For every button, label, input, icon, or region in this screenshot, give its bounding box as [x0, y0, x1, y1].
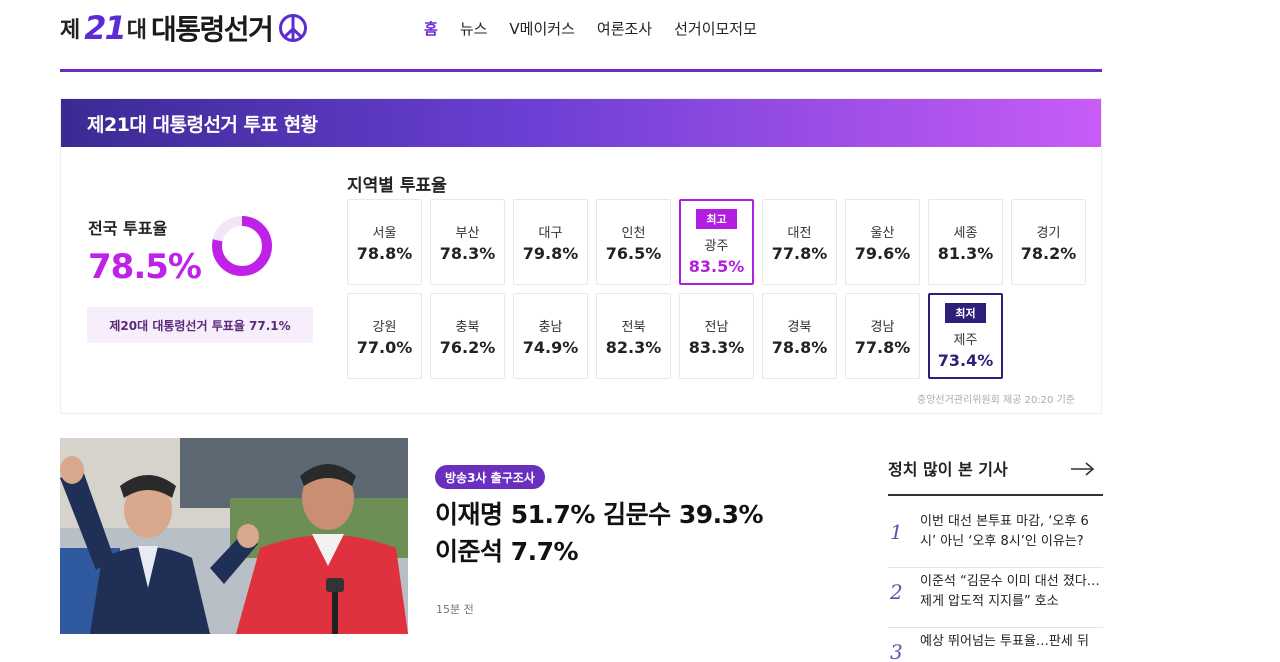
- nav-misc[interactable]: 선거이모저모: [674, 18, 757, 39]
- news-photo[interactable]: [60, 438, 408, 634]
- region-name: 서울: [372, 225, 397, 241]
- region-name: 인천: [621, 225, 646, 241]
- region-name: 세종: [953, 225, 978, 241]
- region-name: 경기: [1036, 225, 1061, 241]
- news-headline-line-2: 이준석 7.7%: [435, 537, 579, 566]
- logo-prefix: 제: [60, 18, 81, 43]
- nav-home[interactable]: 홈: [424, 18, 438, 39]
- region-name: 전북: [621, 319, 646, 335]
- previous-election-turnout: 제20대 대통령선거 투표율 77.1%: [87, 307, 313, 343]
- region-name: 대전: [787, 225, 812, 241]
- region-name: 전남: [704, 319, 729, 335]
- popular-articles: 정치 많이 본 기사 1 이번 대선 본투표 마감, ‘오후 6시’ 아닌 ‘오…: [888, 456, 1103, 662]
- region-cell[interactable]: 경기 78.2%: [1011, 199, 1086, 285]
- popular-article-rank: 1: [890, 520, 903, 544]
- region-name: 부산: [455, 225, 480, 241]
- peace-icon: [279, 14, 308, 42]
- news-photo-image: [60, 438, 408, 634]
- region-turnout-value: 79.6%: [854, 243, 911, 263]
- region-name: 충남: [538, 319, 563, 335]
- region-name: 울산: [870, 225, 895, 241]
- region-name: 제주: [953, 332, 978, 348]
- news-headline[interactable]: 이재명 51.7% 김문수 39.3% 이준석 7.7%: [435, 496, 835, 570]
- region-cell[interactable]: 인천 76.5%: [596, 199, 671, 285]
- region-turnout-value: 79.8%: [522, 243, 579, 263]
- region-cell[interactable]: 최저제주 73.4%: [928, 293, 1003, 379]
- logo-number: 21: [84, 9, 127, 47]
- region-turnout-value: 77.0%: [356, 337, 413, 357]
- region-turnout-value: 82.3%: [605, 337, 662, 357]
- region-cell[interactable]: 충남 74.9%: [513, 293, 588, 379]
- region-turnout-value: 81.3%: [937, 243, 994, 263]
- arrow-right-icon[interactable]: [1071, 462, 1095, 476]
- region-name: 강원: [372, 319, 397, 335]
- region-cell[interactable]: 경남 77.8%: [845, 293, 920, 379]
- region-cell[interactable]: 최고광주 83.5%: [679, 199, 754, 285]
- region-name: 대구: [538, 225, 563, 241]
- logo-title: 대통령선거: [151, 13, 274, 46]
- turnout-panel-title: 제21대 대통령선거 투표 현황: [87, 113, 318, 136]
- national-turnout-label: 전국 투표율: [88, 219, 168, 238]
- region-turnout-title: 지역별 투표율: [347, 176, 447, 196]
- nav-news[interactable]: 뉴스: [460, 18, 488, 39]
- popular-article-title: 이번 대선 본투표 마감, ‘오후 6시’ 아닌 ‘오후 8시’인 이유는?: [920, 514, 1089, 549]
- region-name: 경남: [870, 319, 895, 335]
- region-cell[interactable]: 전북 82.3%: [596, 293, 671, 379]
- popular-article-title: 이준석 “김문수 이미 대선 졌다…제게 압도적 지지를” 호소: [920, 574, 1100, 609]
- region-turnout-value: 78.8%: [771, 337, 828, 357]
- news-headline-line-1: 이재명 51.7% 김문수 39.3%: [435, 500, 764, 529]
- national-turnout-value: 78.5%: [88, 247, 202, 287]
- region-cell[interactable]: 서울 78.8%: [347, 199, 422, 285]
- region-cell[interactable]: 강원 77.0%: [347, 293, 422, 379]
- site-logo[interactable]: 제 21 대 대통령선거: [60, 8, 308, 48]
- region-name: 광주: [704, 238, 729, 254]
- header-divider: [60, 69, 1102, 72]
- turnout-panel-header: 제21대 대통령선거 투표 현황: [61, 99, 1101, 147]
- region-cell[interactable]: 세종 81.3%: [928, 199, 1003, 285]
- exit-poll-badge[interactable]: 방송3사 출구조사: [435, 465, 545, 489]
- popular-article-rank: 3: [890, 640, 903, 662]
- lowest-tag: 최저: [945, 302, 986, 323]
- region-turnout-value: 74.9%: [522, 337, 579, 357]
- region-turnout-value: 78.2%: [1020, 243, 1077, 263]
- region-turnout-value: 77.8%: [771, 243, 828, 263]
- region-cell[interactable]: 경북 78.8%: [762, 293, 837, 379]
- region-cell[interactable]: 충북 76.2%: [430, 293, 505, 379]
- region-turnout-value: 73.4%: [937, 350, 994, 370]
- region-cell[interactable]: 대전 77.8%: [762, 199, 837, 285]
- region-turnout-value: 83.3%: [688, 337, 745, 357]
- region-name: 경북: [787, 319, 812, 335]
- main-nav: 홈 뉴스 V메이커스 여론조사 선거이모저모: [424, 18, 779, 39]
- data-source-note: 중앙선거관리위원회 제공 20:20 기준: [917, 395, 1075, 406]
- nav-vmakers[interactable]: V메이커스: [509, 18, 574, 39]
- region-cell[interactable]: 대구 79.8%: [513, 199, 588, 285]
- region-name: 충북: [455, 319, 480, 335]
- region-cell[interactable]: 부산 78.3%: [430, 199, 505, 285]
- popular-articles-divider: [888, 494, 1103, 496]
- popular-article-item[interactable]: 3 예상 뛰어넘는 투표율…판세 뒤: [888, 628, 1103, 662]
- national-turnout-donut: [212, 216, 272, 276]
- nav-polls[interactable]: 여론조사: [597, 18, 652, 39]
- popular-article-title: 예상 뛰어넘는 투표율…판세 뒤: [920, 634, 1089, 649]
- highest-tag: 최고: [696, 208, 737, 229]
- region-turnout-value: 83.5%: [688, 256, 745, 276]
- popular-article-item[interactable]: 2 이준석 “김문수 이미 대선 졌다…제게 압도적 지지를” 호소: [888, 568, 1103, 628]
- turnout-panel: 제21대 대통령선거 투표 현황 전국 투표율 78.5% 제20대 대통령선거…: [60, 98, 1102, 414]
- region-turnout-value: 78.3%: [439, 243, 496, 263]
- popular-article-rank: 2: [890, 580, 903, 604]
- region-turnout-value: 76.5%: [605, 243, 662, 263]
- logo-suffix: 대: [126, 18, 148, 43]
- popular-article-item[interactable]: 1 이번 대선 본투표 마감, ‘오후 6시’ 아닌 ‘오후 8시’인 이유는?: [888, 508, 1103, 568]
- region-cell[interactable]: 울산 79.6%: [845, 199, 920, 285]
- region-turnout-value: 77.8%: [854, 337, 911, 357]
- news-timestamp: 15분 전: [436, 603, 474, 616]
- region-turnout-value: 78.8%: [356, 243, 413, 263]
- region-turnout-value: 76.2%: [439, 337, 496, 357]
- region-cell[interactable]: 전남 83.3%: [679, 293, 754, 379]
